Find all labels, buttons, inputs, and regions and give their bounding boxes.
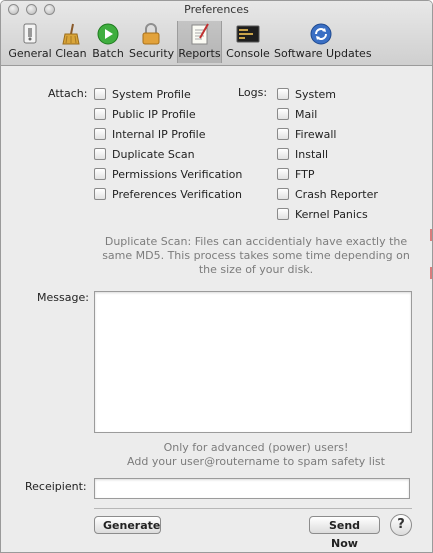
- toolbar-console-label: Console: [226, 47, 270, 60]
- attach-duplicate-scan[interactable]: Duplicate Scan: [94, 147, 195, 161]
- toolbar-general[interactable]: General: [8, 21, 52, 63]
- logs-system-checkbox[interactable]: [277, 88, 289, 100]
- attach-permissions-verification[interactable]: Permissions Verification: [94, 167, 242, 181]
- advanced-note-line: Add your user@routername to spam safety …: [127, 455, 385, 468]
- notepad-icon: [191, 23, 209, 45]
- preferences-window: Preferences General Clean Batch Security…: [0, 0, 433, 553]
- logs-mail-label: Mail: [295, 107, 318, 121]
- logs-crash-reporter-checkbox[interactable]: [277, 188, 289, 200]
- attach-internal-ip-profile[interactable]: Internal IP Profile: [94, 127, 205, 141]
- attach-preferences-verification-checkbox[interactable]: [94, 188, 106, 200]
- toolbar-security-label: Security: [129, 47, 175, 60]
- toolbar-software-updates-label: Software Updates: [274, 47, 372, 60]
- duplicate-scan-note-line: the size of your disk.: [198, 263, 314, 276]
- logs-crash-reporter[interactable]: Crash Reporter: [277, 187, 378, 201]
- logs-ftp-label: FTP: [295, 167, 315, 181]
- logs-install-checkbox[interactable]: [277, 148, 289, 160]
- attach-system-profile-checkbox[interactable]: [94, 88, 106, 100]
- logs-system-label: System: [295, 87, 337, 101]
- attach-internal-ip-profile-checkbox[interactable]: [94, 128, 106, 140]
- logs-mail-checkbox[interactable]: [277, 108, 289, 120]
- attach-preferences-verification-label: Preferences Verification: [112, 187, 242, 201]
- logs-firewall[interactable]: Firewall: [277, 127, 336, 141]
- advanced-note-line: Only for advanced (power) users!: [163, 441, 349, 454]
- attach-duplicate-scan-checkbox[interactable]: [94, 148, 106, 160]
- toolbar-clean[interactable]: Clean: [53, 21, 89, 63]
- sync-icon: [310, 23, 332, 45]
- attach-duplicate-scan-label: Duplicate Scan: [112, 147, 195, 161]
- duplicate-scan-note-line: Duplicate Scan: Files can accidentialy h…: [104, 235, 408, 248]
- toolbar-batch-label: Batch: [92, 47, 124, 60]
- attach-system-profile[interactable]: System Profile: [94, 87, 191, 101]
- logs-label: Logs:: [238, 86, 268, 99]
- terminal-icon: [236, 25, 260, 43]
- broom-icon: [62, 23, 80, 45]
- logs-kernel-panics-checkbox[interactable]: [277, 208, 289, 220]
- logs-crash-reporter-label: Crash Reporter: [295, 187, 378, 201]
- logs-firewall-checkbox[interactable]: [277, 128, 289, 140]
- toolbar-general-label: General: [8, 47, 52, 60]
- play-icon: [97, 23, 119, 45]
- divider: [94, 508, 412, 509]
- attach-internal-ip-profile-label: Internal IP Profile: [112, 127, 206, 141]
- attach-preferences-verification[interactable]: Preferences Verification: [94, 187, 242, 201]
- logs-install-label: Install: [295, 147, 329, 161]
- logs-ftp[interactable]: FTP: [277, 167, 315, 181]
- toolbar-batch[interactable]: Batch: [91, 21, 125, 63]
- lock-icon: [142, 23, 160, 45]
- recipient-field[interactable]: [94, 478, 410, 499]
- toolbar-software-updates[interactable]: Software Updates: [274, 21, 372, 63]
- window-title: Preferences: [184, 3, 249, 16]
- logs-system[interactable]: System: [277, 87, 336, 101]
- duplicate-scan-note: Duplicate Scan: Files can accidentialy h…: [98, 235, 414, 277]
- toolbar-console[interactable]: Console: [225, 21, 271, 63]
- toolbar-reports-label: Reports: [178, 47, 221, 60]
- attach-system-profile-label: System Profile: [112, 87, 191, 101]
- attach-label: Attach:: [48, 87, 88, 100]
- help-button[interactable]: ?: [390, 514, 412, 536]
- logs-ftp-checkbox[interactable]: [277, 168, 289, 180]
- recipient-label: Receipient:: [25, 480, 87, 493]
- general-switch-icon: [23, 23, 37, 44]
- message-textarea[interactable]: [94, 291, 412, 433]
- attach-public-ip-profile[interactable]: Public IP Profile: [94, 107, 196, 121]
- attach-permissions-verification-label: Permissions Verification: [112, 167, 243, 181]
- toolbar-security[interactable]: Security: [129, 21, 175, 63]
- logs-install[interactable]: Install: [277, 147, 328, 161]
- toolbar-reports[interactable]: Reports: [177, 21, 222, 63]
- message-label: Message:: [37, 291, 89, 304]
- logs-firewall-label: Firewall: [295, 127, 337, 141]
- advanced-note: Only for advanced (power) users! Add you…: [98, 441, 414, 469]
- title-bar: Preferences General Clean Batch Security…: [1, 1, 432, 66]
- generate-button[interactable]: Generate: [94, 516, 161, 534]
- duplicate-scan-note-line: same MD5. This process takes some time d…: [102, 249, 410, 262]
- logs-kernel-panics-label: Kernel Panics: [295, 207, 368, 221]
- logs-mail[interactable]: Mail: [277, 107, 317, 121]
- toolbar-clean-label: Clean: [55, 47, 87, 60]
- attach-public-ip-profile-checkbox[interactable]: [94, 108, 106, 120]
- attach-permissions-verification-checkbox[interactable]: [94, 168, 106, 180]
- attach-public-ip-profile-label: Public IP Profile: [112, 107, 196, 121]
- send-now-button[interactable]: Send Now: [309, 516, 380, 550]
- logs-kernel-panics[interactable]: Kernel Panics: [277, 207, 368, 221]
